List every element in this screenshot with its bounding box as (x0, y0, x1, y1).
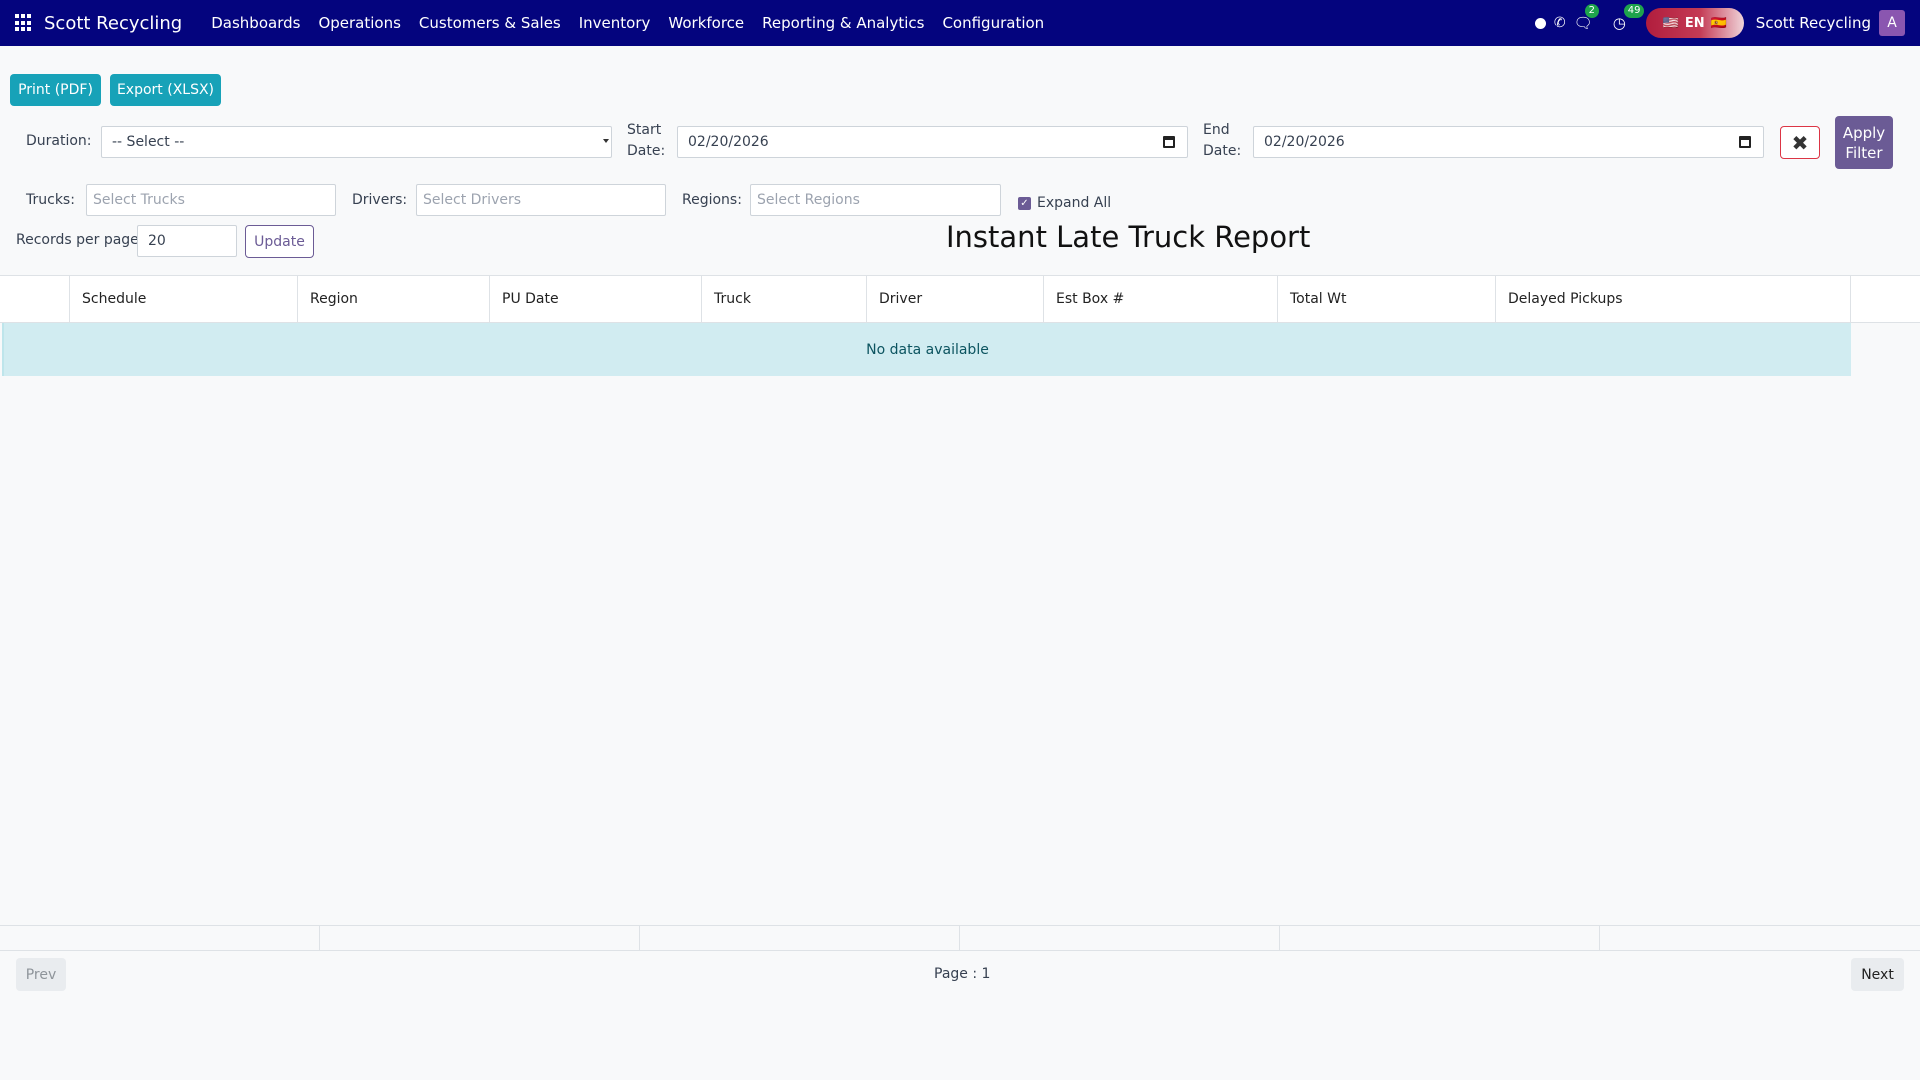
trucks-label: Trucks: (26, 192, 75, 208)
menu-item-operations[interactable]: Operations (309, 14, 409, 32)
column-header-pu-date[interactable]: PU Date (489, 276, 702, 322)
apps-grid-icon[interactable] (15, 14, 33, 32)
duration-label: Duration: (26, 133, 92, 149)
activities-badge: 49 (1623, 4, 1645, 18)
close-icon: ✖ (1791, 130, 1809, 155)
expand-all-checkbox[interactable]: ✓ (1018, 197, 1031, 210)
footer-cell (0, 926, 320, 950)
menu-item-inventory[interactable]: Inventory (570, 14, 660, 32)
column-header-extra (1850, 276, 1920, 322)
language-switcher[interactable]: 🇺🇸 EN 🇪🇸 (1645, 8, 1744, 38)
table-footer (0, 925, 1920, 951)
apply-filter-label-line2: Filter (1845, 143, 1883, 162)
footer-cell (320, 926, 640, 950)
calendar-icon[interactable] (1163, 136, 1175, 148)
start-date-input[interactable]: 02/20/2026 (677, 126, 1188, 158)
column-header-schedule[interactable]: Schedule (69, 276, 298, 322)
records-per-page-input[interactable]: 20 (137, 225, 237, 257)
column-header-region[interactable]: Region (297, 276, 490, 322)
navbar-systray: ✆ 🗨 2 ◷ 49 🇺🇸 EN 🇪🇸 Scott Recycling A (1534, 0, 1920, 46)
footer-cell (640, 926, 960, 950)
duration-select[interactable]: -- Select -- (101, 126, 612, 158)
start-date-value: 02/20/2026 (688, 134, 769, 150)
us-flag-icon: 🇺🇸 (1662, 15, 1679, 31)
chevron-down-icon (603, 139, 609, 143)
footer-cell (1280, 926, 1600, 950)
end-date-value: 02/20/2026 (1264, 134, 1345, 150)
page-indicator: Page : 1 (934, 966, 991, 982)
top-navbar: Scott Recycling Dashboards Operations Cu… (0, 0, 1920, 46)
expand-all-label[interactable]: Expand All (1037, 195, 1111, 211)
drivers-label: Drivers: (352, 192, 408, 208)
apply-filter-button[interactable]: Apply Filter (1835, 116, 1893, 169)
footer-cell (960, 926, 1280, 950)
trucks-input[interactable]: Select Trucks (86, 184, 336, 216)
column-header-truck[interactable]: Truck (701, 276, 867, 322)
main-menu: Dashboards Operations Customers & Sales … (202, 0, 1053, 46)
end-date-label-line1: End (1203, 122, 1230, 138)
column-header-toggle[interactable] (0, 276, 70, 322)
menu-item-configuration[interactable]: Configuration (933, 14, 1053, 32)
chat-icon[interactable]: 🗨 2 (1574, 4, 1600, 32)
company-switcher[interactable]: Scott Recycling (1756, 14, 1871, 32)
footer-cell (1600, 926, 1920, 950)
language-code: EN (1684, 15, 1705, 31)
menu-item-dashboards[interactable]: Dashboards (202, 14, 309, 32)
clear-filter-button[interactable]: ✖ (1780, 126, 1820, 159)
empty-table-message: No data available (2, 323, 1851, 376)
menu-item-reporting-analytics[interactable]: Reporting & Analytics (753, 14, 933, 32)
end-date-label-line2: Date: (1203, 143, 1242, 159)
end-date-input[interactable]: 02/20/2026 (1253, 126, 1764, 158)
column-header-est-box[interactable]: Est Box # (1043, 276, 1278, 322)
update-button[interactable]: Update (245, 225, 314, 258)
page-title: Instant Late Truck Report (946, 220, 1311, 254)
clock-icon[interactable]: ◷ 49 (1613, 4, 1645, 32)
start-date-label-line2: Date: (627, 143, 666, 159)
regions-input[interactable]: Select Regions (750, 184, 1001, 216)
column-header-driver[interactable]: Driver (866, 276, 1044, 322)
duration-selected-value: -- Select -- (112, 134, 185, 150)
export-xlsx-button[interactable]: Export (XLSX) (110, 74, 221, 106)
phone-icon[interactable]: ✆ (1554, 15, 1566, 31)
messages-badge: 2 (1584, 4, 1600, 18)
brand-name[interactable]: Scott Recycling (44, 13, 182, 34)
report-table: Schedule Region PU Date Truck Driver Est… (0, 275, 1920, 376)
table-header: Schedule Region PU Date Truck Driver Est… (0, 275, 1920, 323)
calendar-icon[interactable] (1739, 136, 1751, 148)
column-header-delayed-pickups[interactable]: Delayed Pickups (1495, 276, 1851, 322)
menu-item-customers-sales[interactable]: Customers & Sales (410, 14, 570, 32)
status-dot-icon[interactable] (1534, 17, 1546, 29)
drivers-input[interactable]: Select Drivers (416, 184, 666, 216)
start-date-label-line1: Start (627, 122, 662, 138)
menu-item-workforce[interactable]: Workforce (659, 14, 753, 32)
records-per-page-label: Records per page: (16, 232, 144, 248)
prev-page-button[interactable]: Prev (16, 958, 66, 991)
es-flag-icon: 🇪🇸 (1710, 15, 1727, 31)
apply-filter-label-line1: Apply (1842, 123, 1886, 142)
print-pdf-button[interactable]: Print (PDF) (10, 74, 101, 106)
next-page-button[interactable]: Next (1851, 958, 1904, 991)
user-avatar[interactable]: A (1879, 10, 1905, 36)
column-header-total-wt[interactable]: Total Wt (1277, 276, 1496, 322)
regions-label: Regions: (682, 192, 742, 208)
